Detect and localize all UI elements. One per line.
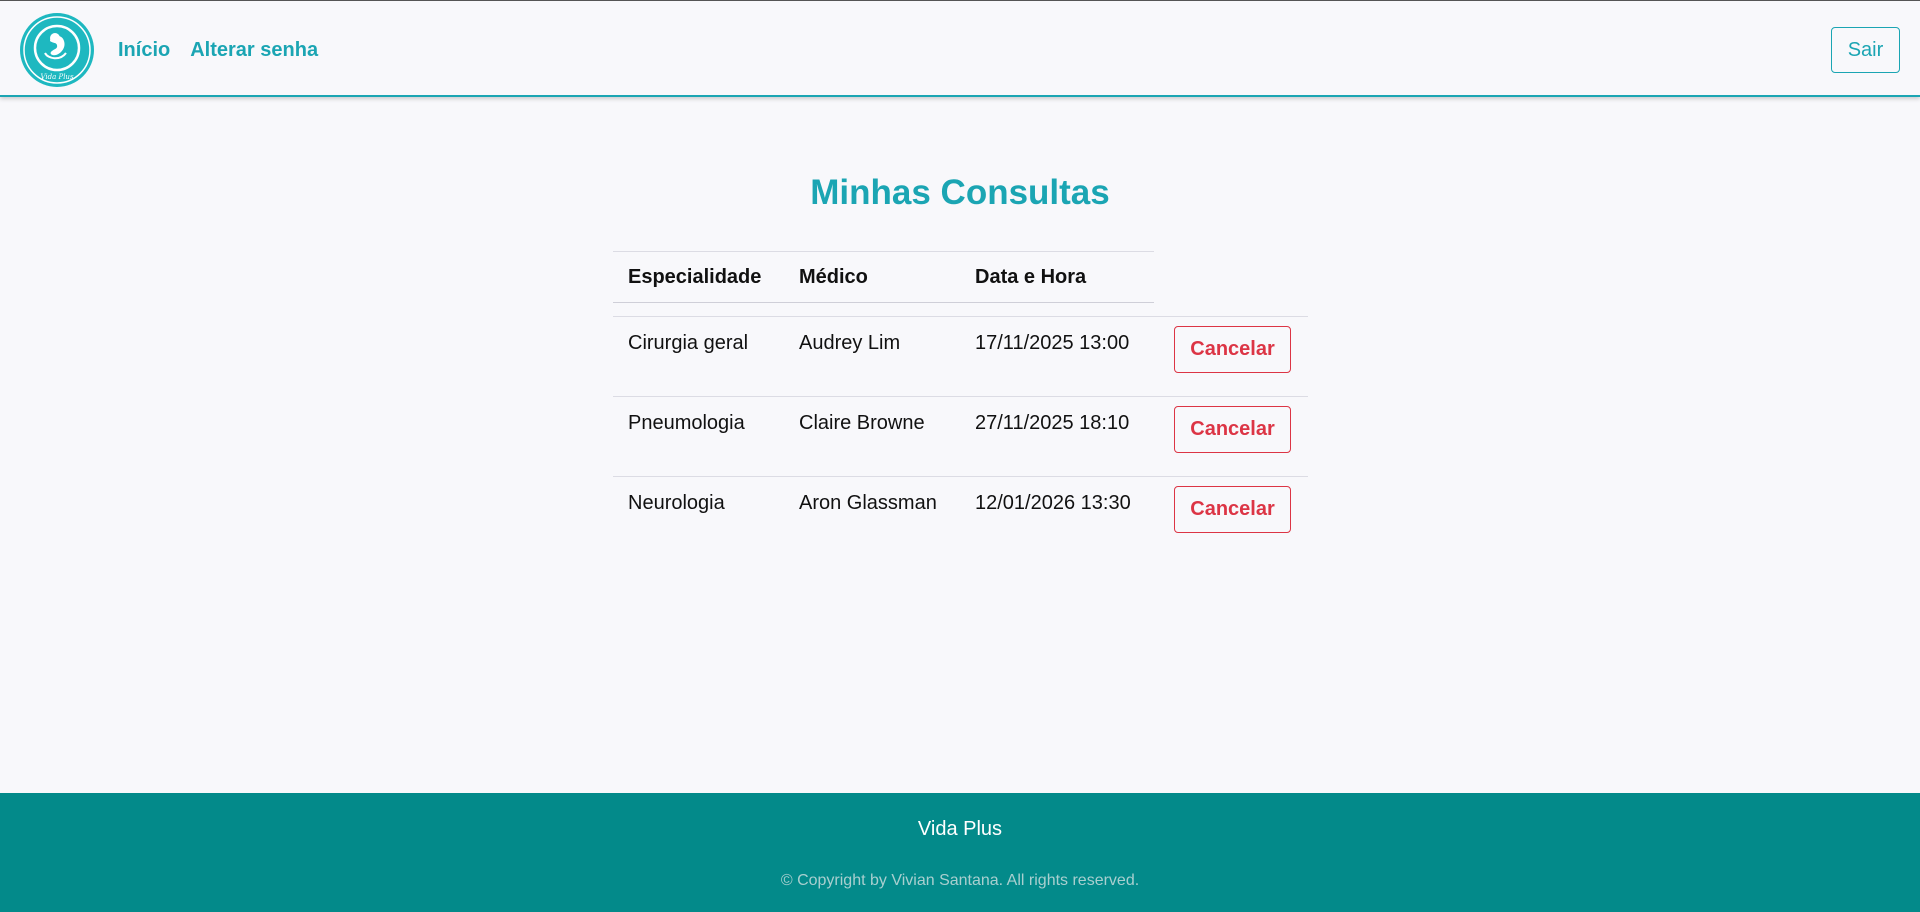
main-nav: Início Alterar senha [118, 38, 318, 62]
cell-especialidade: Cirurgia geral [628, 332, 749, 354]
cancel-appointment-button[interactable]: Cancelar [1174, 406, 1291, 453]
footer: Vida Plus © Copyright by Vivian Santana.… [0, 793, 1920, 912]
table-row: Cirurgia geral Audrey Lim 17/11/2025 13:… [613, 316, 1308, 396]
cell-medico: Claire Browne [799, 412, 925, 434]
cell-action: Cancelar [1154, 317, 1308, 396]
table-row: Pneumologia Claire Browne 27/11/2025 18:… [613, 396, 1308, 476]
page-title: Minhas Consultas [810, 173, 1110, 212]
column-header-data-hora: Data e Hora [975, 265, 1087, 288]
nav-alterar-senha-link[interactable]: Alterar senha [190, 38, 318, 62]
page: Vida Plus Início Alterar senha Sair Minh… [0, 0, 1920, 912]
cell-especialidade: Neurologia [628, 492, 725, 514]
nav-inicio-link[interactable]: Início [118, 38, 170, 62]
cell-especialidade: Pneumologia [628, 412, 745, 434]
table-row: Neurologia Aron Glassman 12/01/2026 13:3… [613, 476, 1308, 556]
cancel-appointment-button[interactable]: Cancelar [1174, 486, 1291, 533]
logout-button[interactable]: Sair [1831, 27, 1900, 73]
baby-fetus-logo-icon: Vida Plus [23, 16, 91, 84]
logo-text: Vida Plus [40, 73, 74, 81]
cell-medico: Aron Glassman [799, 492, 937, 514]
cell-action: Cancelar [1154, 477, 1308, 556]
cell-data-hora: 12/01/2026 13:30 [975, 492, 1131, 514]
vida-plus-logo[interactable]: Vida Plus [20, 13, 94, 87]
appointments-table: Especialidade Médico Data e Hora Cirurgi… [613, 251, 1308, 556]
cell-data-hora: 27/11/2025 18:10 [975, 412, 1130, 434]
top-navbar: Vida Plus Início Alterar senha Sair [0, 0, 1920, 97]
cell-action: Cancelar [1154, 397, 1308, 476]
column-header-medico: Médico [799, 265, 868, 288]
table-header: Especialidade Médico Data e Hora [613, 251, 1154, 303]
column-header-especialidade: Especialidade [628, 265, 762, 288]
footer-copyright: © Copyright by Vivian Santana. All right… [780, 872, 1140, 889]
table-body: Cirurgia geral Audrey Lim 17/11/2025 13:… [613, 316, 1308, 556]
cancel-appointment-button[interactable]: Cancelar [1174, 326, 1291, 373]
cell-medico: Audrey Lim [799, 332, 901, 354]
cell-data-hora: 17/11/2025 13:00 [975, 332, 1130, 354]
footer-title: Vida Plus [917, 818, 1003, 840]
